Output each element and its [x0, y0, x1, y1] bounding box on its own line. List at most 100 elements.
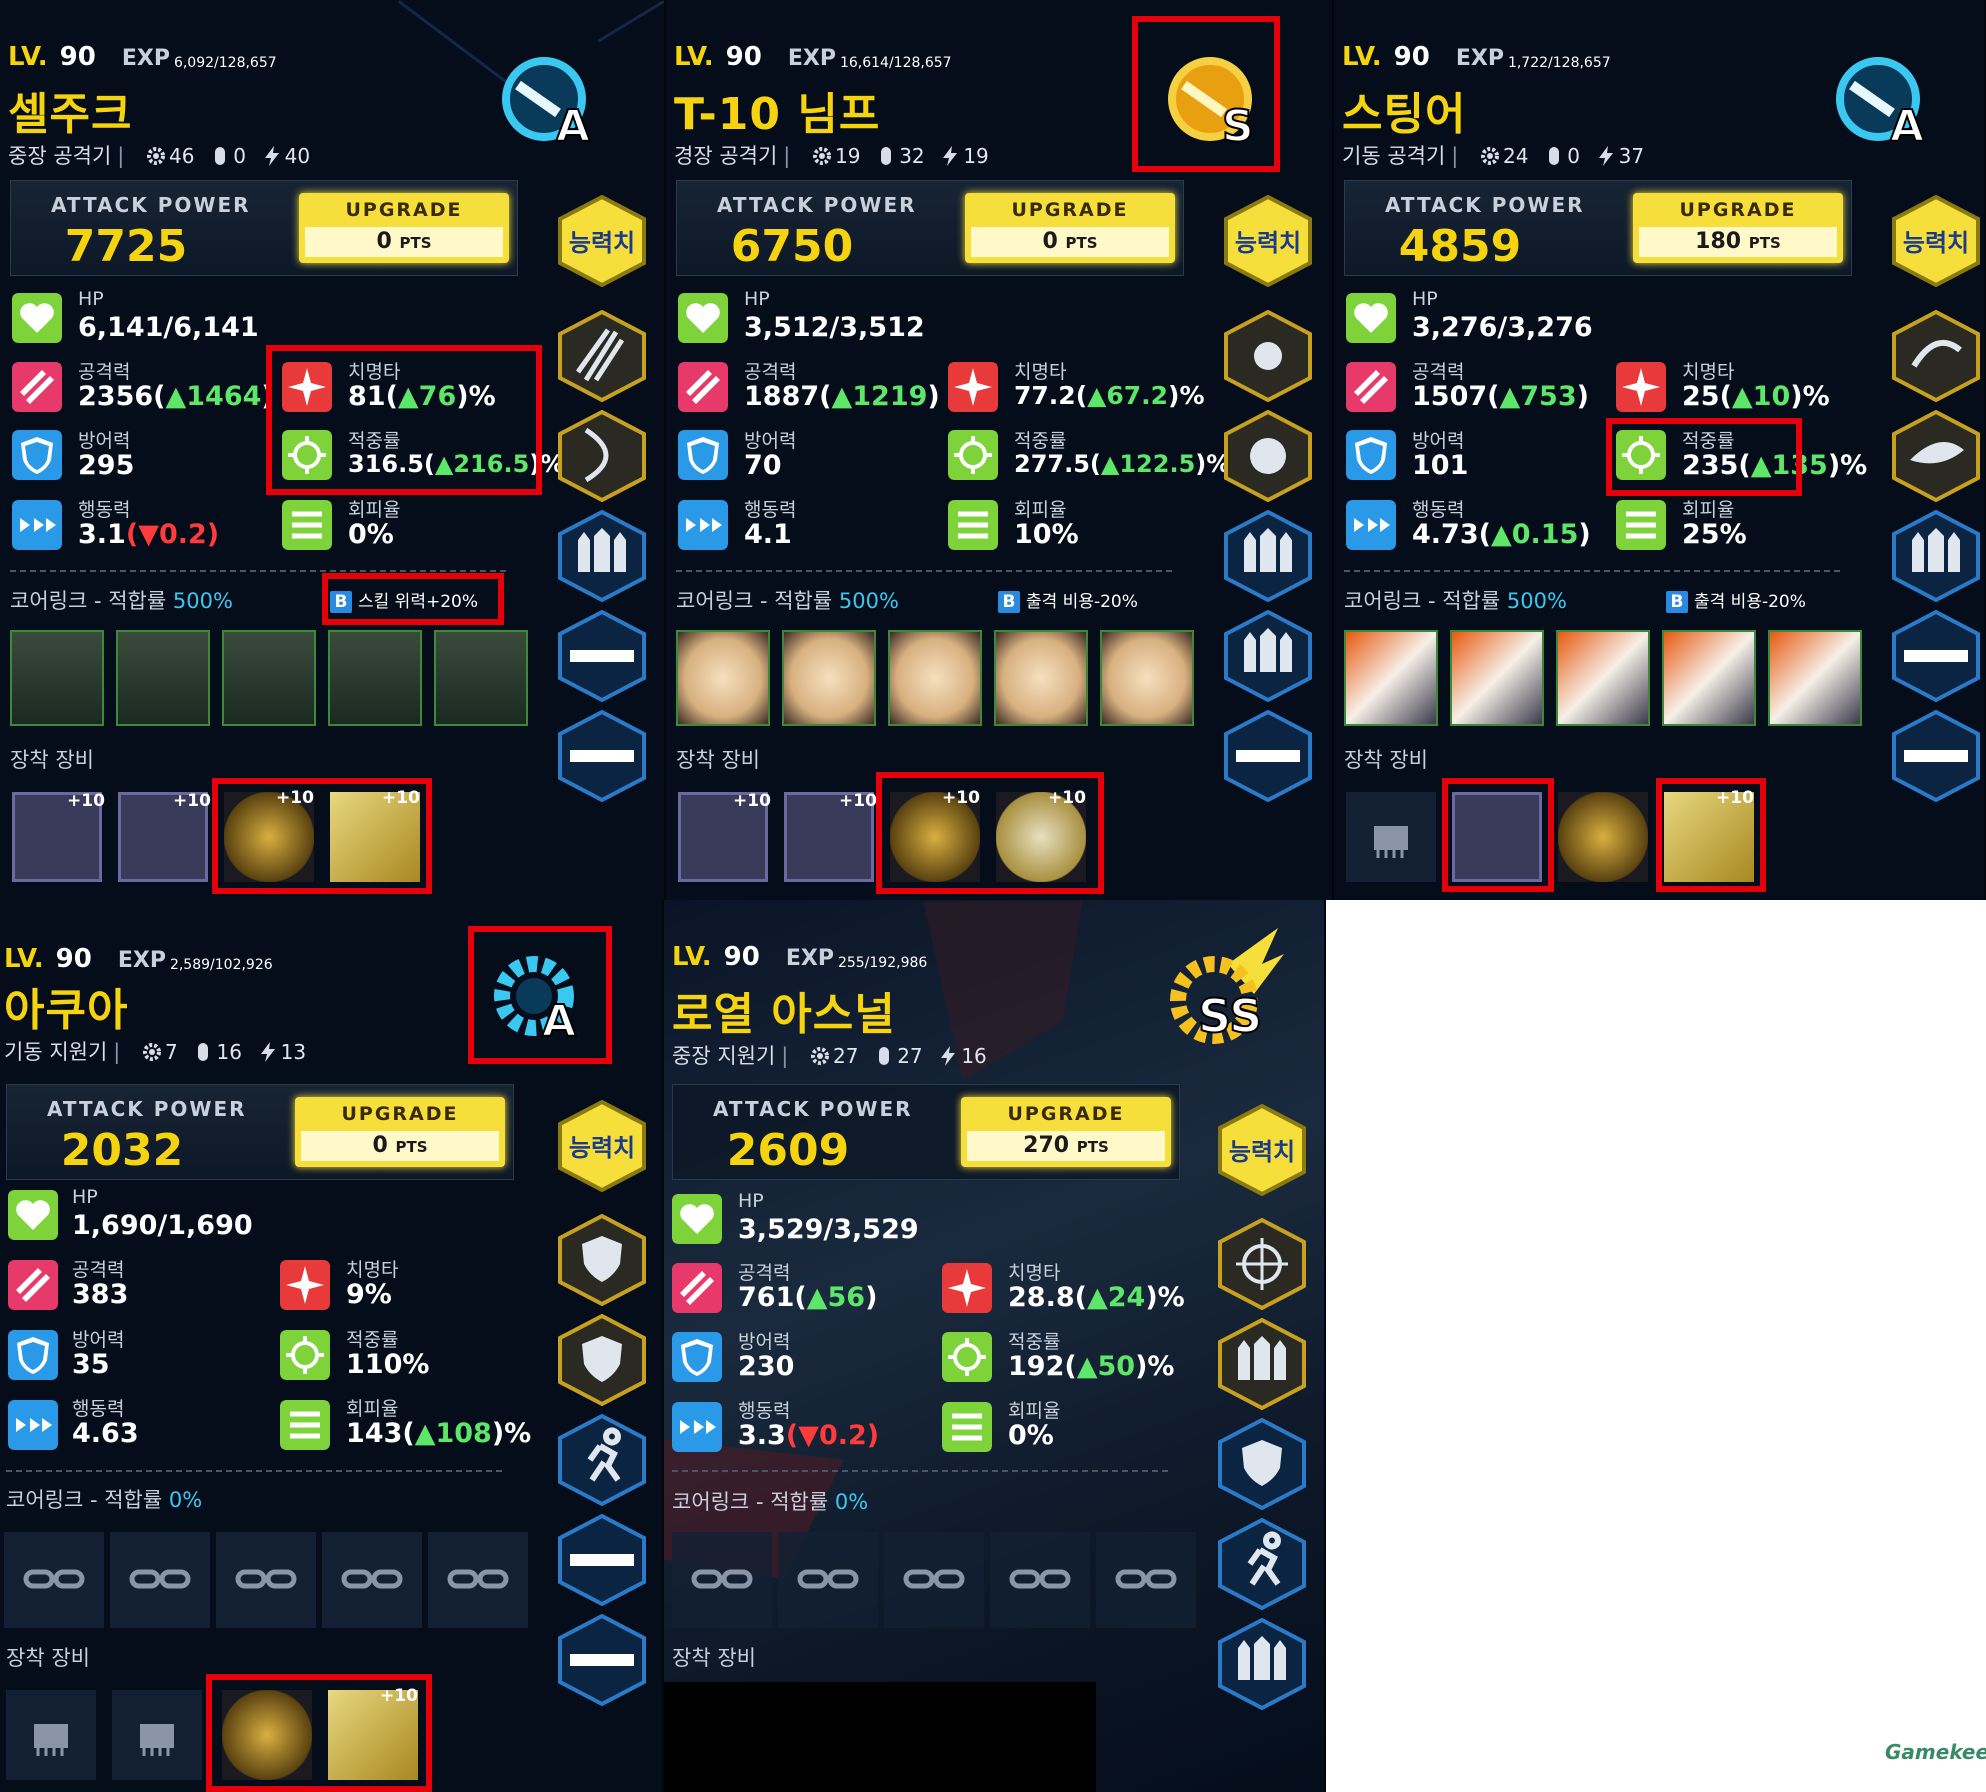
skill-wind-icon[interactable]	[1890, 410, 1982, 502]
empty-core-slot[interactable]	[1096, 1532, 1196, 1628]
empty-core-slot[interactable]	[778, 1532, 878, 1628]
highlight-box	[1606, 418, 1802, 496]
empty-core-slot[interactable]	[428, 1532, 528, 1628]
core-card[interactable]	[116, 630, 210, 726]
svg-text:능력치: 능력치	[1235, 229, 1301, 257]
equip-slot[interactable]	[1558, 792, 1648, 882]
link-icon	[1115, 1569, 1177, 1589]
skill-runner-icon[interactable]	[1216, 1518, 1308, 1610]
upgrade-button[interactable]: UPGRADE 180 PTS	[1633, 193, 1843, 263]
core-card[interactable]	[10, 630, 104, 726]
core-card[interactable]	[1662, 630, 1756, 726]
core-card[interactable]	[1100, 630, 1194, 726]
core-card[interactable]	[434, 630, 528, 726]
skill-shield-icon[interactable]	[556, 1314, 648, 1406]
spd-label: 행동력	[78, 499, 131, 521]
skill-missile-icon[interactable]	[1890, 510, 1982, 602]
skill-missile-icon[interactable]	[1222, 510, 1314, 602]
equip-slot[interactable]: +10	[118, 791, 211, 882]
equip-slot[interactable]: +10	[678, 791, 771, 882]
core-card[interactable]	[782, 630, 876, 726]
defense-icon	[8, 1330, 58, 1380]
empty-core-slot[interactable]	[216, 1532, 316, 1628]
core-bonus: B 출격 비용-20%	[998, 587, 1138, 613]
empty-core-slot[interactable]	[672, 1532, 772, 1628]
equip-slot-empty[interactable]	[112, 1690, 202, 1780]
bolt-icon	[1598, 146, 1613, 166]
skill-missile-icon[interactable]	[1222, 610, 1314, 702]
core-card[interactable]	[888, 630, 982, 726]
core-card[interactable]	[1768, 630, 1862, 726]
core-card[interactable]	[994, 630, 1088, 726]
upgrade-button[interactable]: UPGRADE 0 PTS	[965, 193, 1175, 263]
upgrade-button[interactable]: UPGRADE 0 PTS	[299, 193, 509, 263]
skill-claw-icon[interactable]	[556, 310, 648, 402]
core-bonus: B 출격 비용-20%	[1666, 587, 1806, 613]
level-value: 90	[59, 42, 96, 72]
crit-icon	[942, 1263, 992, 1313]
stats-button[interactable]: 능력치	[1222, 195, 1314, 287]
equip-slot-empty[interactable]	[6, 1690, 96, 1780]
chip-icon	[34, 1724, 68, 1756]
empty-skill-slot[interactable]	[556, 610, 648, 702]
bolt-icon	[260, 1042, 275, 1062]
stats-button[interactable]: 능력치	[556, 1100, 648, 1192]
chip-icon	[140, 1724, 174, 1756]
core-card[interactable]	[328, 630, 422, 726]
skill-burst-icon[interactable]	[1222, 310, 1314, 402]
upgrade-button[interactable]: UPGRADE 270 PTS	[961, 1097, 1171, 1167]
empty-skill-slot[interactable]	[1890, 710, 1982, 802]
hp-icon	[678, 293, 728, 343]
attack-power-box: ATTACK POWER 2032 UPGRADE 0 PTS	[6, 1084, 514, 1180]
skill-missile-icon[interactable]	[556, 510, 648, 602]
empty-core-slot[interactable]	[4, 1532, 104, 1628]
character-panel-3: LV. 90 EXP 1,722/128,657 스팅어 기동 공격기 | 24 0 3…	[1334, 0, 1986, 900]
core-card[interactable]	[222, 630, 316, 726]
stats-button[interactable]: 능력치	[556, 195, 648, 287]
empty-skill-slot[interactable]	[556, 1614, 648, 1706]
class-row: 중장 공격기 | 46 0 40	[8, 144, 311, 168]
attack-icon	[1346, 362, 1396, 412]
upgrade-button[interactable]: UPGRADE 0 PTS	[295, 1097, 505, 1167]
highlight-box	[266, 345, 542, 495]
core-card[interactable]	[1556, 630, 1650, 726]
core-card[interactable]	[1344, 630, 1438, 726]
level-row: LV. 90 EXP 2,589/102,926	[4, 944, 273, 974]
empty-skill-slot[interactable]	[556, 1514, 648, 1606]
level-row: LV. 90 EXP 16,614/128,657	[674, 42, 952, 72]
equip-slot[interactable]: +10	[12, 791, 105, 882]
skill-crosshair-icon[interactable]	[1216, 1218, 1308, 1310]
svg-text:A: A	[1890, 101, 1924, 151]
skill-runner-icon[interactable]	[556, 1414, 648, 1506]
skill-shield-icon[interactable]	[1216, 1418, 1308, 1510]
skill-burst-icon[interactable]	[1222, 410, 1314, 502]
equip-slot-empty[interactable]	[1346, 792, 1436, 882]
empty-core-slot[interactable]	[990, 1532, 1090, 1628]
highlight-box	[322, 573, 504, 625]
empty-skill-slot[interactable]	[1222, 710, 1314, 802]
redacted-equipment	[664, 1682, 1096, 1792]
class-row: 경장 공격기 | 19 32 19	[674, 144, 989, 168]
skill-drone-icon[interactable]	[1890, 310, 1982, 402]
empty-core-slot[interactable]	[110, 1532, 210, 1628]
empty-core-slot[interactable]	[884, 1532, 984, 1628]
defense-icon	[1346, 430, 1396, 480]
skill-bow-icon[interactable]	[556, 410, 648, 502]
core-card[interactable]	[676, 630, 770, 726]
bolt-icon	[264, 146, 279, 166]
skill-missile-icon[interactable]	[1216, 1618, 1308, 1710]
empty-skill-slot[interactable]	[556, 710, 648, 802]
link-icon	[797, 1569, 859, 1589]
core-card[interactable]	[1450, 630, 1544, 726]
skill-missile-icon[interactable]	[1216, 1318, 1308, 1410]
svg-text:능력치: 능력치	[569, 229, 635, 257]
stats-button[interactable]: 능력치	[1216, 1104, 1308, 1196]
equip-slot[interactable]: +10	[784, 791, 877, 882]
speed-icon	[8, 1400, 58, 1450]
hp-icon	[672, 1194, 722, 1244]
skill-shield-icon[interactable]	[556, 1214, 648, 1306]
stats-button[interactable]: 능력치	[1890, 195, 1982, 287]
slot-icon	[198, 1043, 209, 1061]
empty-core-slot[interactable]	[322, 1532, 422, 1628]
empty-skill-slot[interactable]	[1890, 610, 1982, 702]
